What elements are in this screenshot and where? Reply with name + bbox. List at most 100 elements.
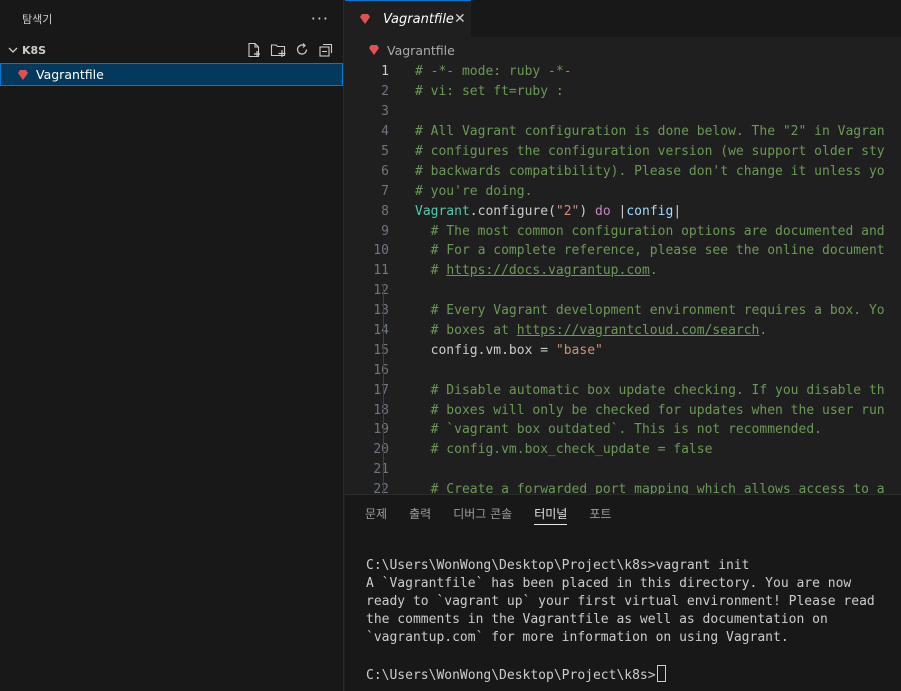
code-token: |	[610, 203, 627, 219]
code-line[interactable]: 4 # All Vagrant configuration is done bel…	[345, 122, 901, 142]
code-line[interactable]: 2 # vi: set ft=ruby :	[345, 82, 901, 102]
panel-tab[interactable]: 디버그 콘솔	[442, 495, 523, 531]
code-token: # backwards compatibility). Please don't…	[415, 163, 885, 179]
code-line[interactable]: 15 config.vm.box = "base"	[345, 340, 901, 360]
code-line[interactable]: 10 # For a complete reference, please se…	[345, 241, 901, 261]
line-text: # vi: set ft=ruby :	[389, 84, 564, 99]
breadcrumb-label: Vagrantfile	[387, 42, 455, 58]
tab-bar: Vagrantfile ✕	[345, 0, 901, 37]
terminal-line: A `Vagrantfile` has been placed in this …	[366, 576, 852, 591]
file-tree-item-vagrantfile[interactable]: Vagrantfile	[0, 63, 343, 86]
line-text: # -*- mode: ruby -*-	[389, 64, 572, 79]
code-line[interactable]: 1 # -*- mode: ruby -*-	[345, 62, 901, 82]
bottom-panel: 문제 출력 디버그 콘솔 터미널 포트 C:\Users\WonWong\Desktop…	[345, 494, 901, 691]
terminal-cursor	[656, 665, 666, 682]
code-line[interactable]: 22 # Create a forwarded port mapping whi…	[345, 480, 901, 494]
line-text: # `vagrant box outdated`. This is not re…	[389, 422, 822, 437]
terminal-line: the comments in the Vagrantfile as well …	[366, 612, 828, 627]
code-token: # vi: set ft=ruby :	[415, 84, 564, 100]
line-text: # https://docs.vagrantup.com.	[389, 263, 658, 278]
line-text: # The most common configuration options …	[389, 224, 885, 239]
refresh-icon[interactable]	[293, 41, 311, 59]
line-number: 6	[381, 163, 389, 179]
line-number: 10	[373, 243, 389, 259]
code-line[interactable]: 6 # backwards compatibility). Please don'…	[345, 161, 901, 181]
new-folder-icon[interactable]	[269, 41, 287, 59]
code-token: |	[673, 203, 682, 219]
code-token: config.vm.box =	[415, 342, 556, 358]
code-line[interactable]: 9 # The most common configuration option…	[345, 221, 901, 241]
code-line[interactable]: 20 # config.vm.box_check_update = false	[345, 440, 901, 460]
code-token: # The most common configuration options …	[415, 223, 885, 239]
code-token[interactable]: https://docs.vagrantup.com	[446, 263, 650, 278]
chevron-down-icon[interactable]	[6, 43, 20, 57]
code-token: .	[759, 323, 768, 339]
line-text: config.vm.box = "base"	[389, 343, 603, 358]
line-number: 2	[381, 84, 389, 100]
line-text: # configures the configuration version (…	[389, 144, 885, 159]
terminal-line: C:\Users\WonWong\Desktop\Project\k8s>vag…	[366, 558, 750, 573]
line-number: 7	[381, 183, 389, 199]
line-text: # Create a forwarded port mapping which …	[389, 482, 885, 494]
code-line[interactable]: 3	[345, 102, 901, 122]
panel-tab[interactable]: 포트	[578, 495, 622, 531]
code-token: # Create a forwarded port mapping which …	[415, 482, 885, 494]
code-line[interactable]: 14 # boxes at https://vagrantcloud.com/s…	[345, 321, 901, 341]
more-icon[interactable]: ···	[311, 10, 329, 27]
code-line[interactable]: 7 # you're doing.	[345, 181, 901, 201]
line-number: 5	[381, 144, 389, 159]
line-text: # All Vagrant configuration is done belo…	[389, 124, 885, 139]
code-line[interactable]: 13 # Every Vagrant development environme…	[345, 301, 901, 321]
tab-vagrantfile[interactable]: Vagrantfile ✕	[345, 0, 471, 37]
code-line[interactable]: 19 # `vagrant box outdated`. This is not…	[345, 420, 901, 440]
ruby-file-icon	[16, 68, 30, 82]
collapse-all-icon[interactable]	[317, 41, 335, 59]
line-text: # config.vm.box_check_update = false	[389, 442, 713, 458]
panel-tab[interactable]: 출력	[398, 495, 442, 531]
code-token[interactable]: https://vagrantcloud.com/search	[517, 323, 760, 338]
code-token: # -*- mode: ruby -*-	[415, 64, 572, 80]
terminal-output[interactable]: C:\Users\WonWong\Desktop\Project\k8s>vag…	[366, 557, 875, 685]
code-token: .configure(	[469, 203, 556, 219]
code-token: config	[626, 203, 674, 219]
breadcrumb[interactable]: Vagrantfile	[345, 37, 901, 63]
code-line[interactable]: 18 # boxes will only be checked for upda…	[345, 400, 901, 420]
line-text: # boxes at https://vagrantcloud.com/sear…	[389, 323, 768, 339]
explorer-title: 탐색기	[22, 12, 53, 26]
code-token: # Every Vagrant development environment …	[415, 303, 885, 319]
new-file-icon[interactable]	[245, 41, 263, 59]
code-token: # For a complete reference, please see t…	[415, 243, 885, 259]
code-token: "base"	[555, 342, 603, 358]
terminal-prompt-line[interactable]: C:\Users\WonWong\Desktop\Project\k8s>	[366, 665, 875, 685]
panel-tabs: 문제 출력 디버그 콘솔 터미널 포트	[345, 495, 901, 531]
workspace-section-header[interactable]: K8S	[0, 37, 343, 63]
ruby-file-icon	[367, 43, 381, 57]
code-line[interactable]: 8 Vagrant.configure("2") do |config|	[345, 201, 901, 221]
code-token: "2"	[555, 203, 580, 219]
line-text: # you're doing.	[389, 184, 532, 199]
code-line[interactable]: 5 # configures the configuration version …	[345, 142, 901, 162]
panel-tab[interactable]: 문제	[365, 495, 398, 531]
panel-tab[interactable]: 터미널	[523, 495, 578, 531]
line-text: # boxes will only be checked for updates…	[389, 403, 885, 418]
code-line[interactable]: 11 # https://docs.vagrantup.com.	[345, 261, 901, 281]
code-line[interactable]: 12	[345, 281, 901, 301]
code-line[interactable]: 21	[345, 460, 901, 480]
close-icon[interactable]: ✕	[454, 11, 466, 27]
line-text: # Every Vagrant development environment …	[389, 303, 885, 318]
tab-label: Vagrantfile	[383, 11, 454, 27]
code-token: .	[649, 263, 658, 279]
explorer-sidebar: 탐색기 ··· K8S Vagrantfile	[0, 0, 344, 691]
terminal-prompt: C:\Users\WonWong\Desktop\Project\k8s>	[366, 668, 656, 683]
explorer-header: 탐색기 ···	[0, 0, 343, 37]
code-token: # Disable automatic box update checking.…	[415, 382, 885, 398]
code-line[interactable]: 17 # Disable automatic box update checki…	[345, 380, 901, 400]
line-text: Vagrant.configure("2") do |config|	[389, 204, 681, 219]
line-number: 3	[381, 104, 389, 120]
line-number: 1	[381, 64, 389, 80]
code-line[interactable]: 16	[345, 360, 901, 380]
code-editor[interactable]: 1 # -*- mode: ruby -*- 2 # vi: set ft=ruby …	[345, 62, 901, 494]
code-token: # config.vm.box_check_update = false	[415, 442, 713, 458]
workspace-title: K8S	[22, 43, 47, 57]
